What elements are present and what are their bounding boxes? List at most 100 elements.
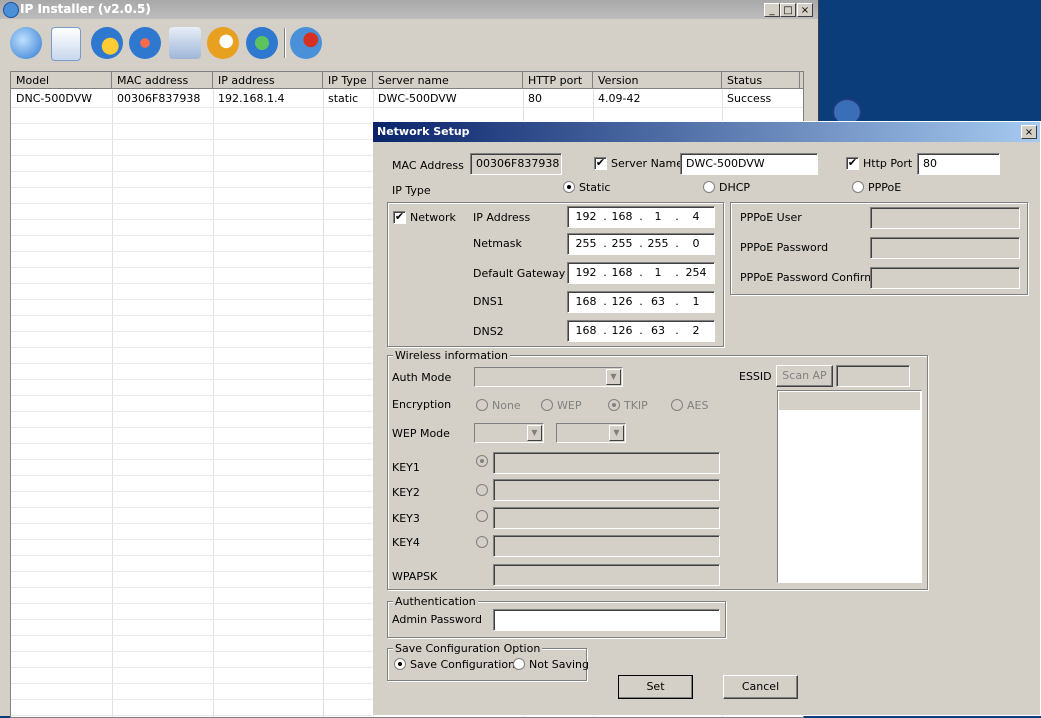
mac-address-field: 00306F837938 xyxy=(470,153,562,175)
cancel-button[interactable]: Cancel xyxy=(723,675,798,699)
ip-dot: . xyxy=(603,295,607,308)
ip-octet[interactable]: 0 xyxy=(684,237,708,250)
ip-octet[interactable]: 254 xyxy=(684,266,708,279)
cell-status: Success xyxy=(727,92,772,105)
tools-icon[interactable] xyxy=(129,27,161,59)
key3-radio[interactable] xyxy=(476,510,488,522)
wpapsk-input[interactable] xyxy=(493,564,720,586)
network-checkbox[interactable]: ✔ xyxy=(393,211,406,224)
ip-octet[interactable]: 1 xyxy=(646,266,670,279)
not-saving-radio[interactable] xyxy=(513,658,525,670)
server-name-input[interactable]: DWC-500DVW xyxy=(680,153,818,175)
wireless-legend: Wireless information xyxy=(393,349,511,362)
ip-octet[interactable]: 126 xyxy=(610,295,634,308)
ip-octet[interactable]: 168 xyxy=(574,295,598,308)
ip-octet[interactable]: 4 xyxy=(684,210,708,223)
column-header-ip[interactable]: IP address xyxy=(213,72,323,89)
pppoe-password-label: PPPoE Password xyxy=(740,241,829,254)
essid-label: ESSID xyxy=(739,370,772,383)
ip-input-ip-address[interactable]: 192. 168. 1. 4 xyxy=(567,206,715,228)
column-header-mac[interactable]: MAC address xyxy=(112,72,213,89)
ip-octet[interactable]: 255 xyxy=(574,237,598,250)
key2-input[interactable] xyxy=(493,479,720,501)
maximize-button[interactable]: □ xyxy=(780,3,796,17)
ap-list-selected-row[interactable] xyxy=(779,392,920,410)
admin-password-input[interactable] xyxy=(493,609,720,631)
set-button[interactable]: Set xyxy=(618,675,693,699)
camera-gear-icon[interactable] xyxy=(207,27,239,59)
ip-octet[interactable]: 126 xyxy=(610,324,634,337)
column-header-model[interactable]: Model xyxy=(11,72,112,89)
pppoe-user-input[interactable] xyxy=(870,207,1020,229)
ip-input-default-gateway[interactable]: 192. 168. 1. 254 xyxy=(567,262,715,284)
ip-octet[interactable]: 1 xyxy=(646,210,670,223)
ip-dot: . xyxy=(603,237,607,250)
server-name-value: DWC-500DVW xyxy=(686,157,765,170)
save-configuration-radio[interactable] xyxy=(394,658,406,670)
row-divider xyxy=(11,107,803,108)
ip-dot: . xyxy=(603,266,607,279)
column-header-iptype[interactable]: IP Type xyxy=(323,72,373,89)
auth-mode-select[interactable]: ▼ xyxy=(474,367,623,387)
pppoe-password-input[interactable] xyxy=(870,237,1020,259)
ip-octet[interactable]: 192 xyxy=(574,266,598,279)
column-header-status[interactable]: Status xyxy=(722,72,800,89)
key4-input[interactable] xyxy=(493,535,720,557)
column-header-httpport[interactable]: HTTP port xyxy=(523,72,593,89)
scan-ap-button[interactable]: Scan AP xyxy=(776,365,833,387)
cell-server: DWC-500DVW xyxy=(378,92,457,105)
ip-input-dns2[interactable]: 168. 126. 63. 2 xyxy=(567,320,715,342)
key2-label: KEY2 xyxy=(392,486,420,499)
ip-octet[interactable]: 168 xyxy=(574,324,598,337)
refresh-icon[interactable] xyxy=(51,27,81,61)
ip-octet[interactable]: 255 xyxy=(646,237,670,250)
key4-radio[interactable] xyxy=(476,536,488,548)
ip-type-dhcp-radio[interactable] xyxy=(703,181,715,193)
column-header-version[interactable]: Version xyxy=(593,72,722,89)
http-port-checkbox[interactable]: ✔ xyxy=(846,157,859,170)
ip-octet[interactable]: 168 xyxy=(610,266,634,279)
ip-octet[interactable]: 192 xyxy=(574,210,598,223)
server-name-checkbox[interactable]: ✔ xyxy=(594,157,607,170)
dialog-close-button[interactable]: × xyxy=(1021,125,1037,139)
drive-icon[interactable] xyxy=(169,27,201,59)
ip-type-label: IP Type xyxy=(392,184,431,197)
authentication-legend: Authentication xyxy=(393,595,478,608)
table-row[interactable]: DNC-500DVW 00306F837938 192.168.1.4 stat… xyxy=(11,90,803,107)
ip-octet[interactable]: 63 xyxy=(646,295,670,308)
title-bar: IP Installer (v2.0.5) _ □ × xyxy=(0,0,818,19)
encryption-tkip-radio[interactable] xyxy=(608,399,620,411)
ip-type-static-radio[interactable] xyxy=(563,181,575,193)
key2-radio[interactable] xyxy=(476,484,488,496)
pppoe-confirm-input[interactable] xyxy=(870,267,1020,289)
ip-type-pppoe-radio[interactable] xyxy=(852,181,864,193)
key1-input[interactable] xyxy=(493,452,720,474)
settings-gear-icon[interactable] xyxy=(91,27,123,59)
encryption-aes-radio[interactable] xyxy=(671,399,683,411)
wep-mode-select-1[interactable]: ▼ xyxy=(474,423,544,443)
wep-mode-select-2[interactable]: ▼ xyxy=(556,423,626,443)
ip-input-dns1[interactable]: 168. 126. 63. 1 xyxy=(567,291,715,313)
encryption-wep-label: WEP xyxy=(557,399,582,412)
ip-octet[interactable]: 168 xyxy=(610,210,634,223)
admin-password-label: Admin Password xyxy=(392,613,482,626)
minimize-button[interactable]: _ xyxy=(764,3,780,17)
ip-address-label: IP Address xyxy=(473,211,531,224)
ip-octet[interactable]: 255 xyxy=(610,237,634,250)
ip-octet[interactable]: 63 xyxy=(646,324,670,337)
column-header-server[interactable]: Server name xyxy=(373,72,523,89)
ap-list[interactable] xyxy=(777,390,922,583)
wrench-icon[interactable] xyxy=(290,27,322,59)
essid-input[interactable] xyxy=(836,365,910,387)
encryption-wep-radio[interactable] xyxy=(541,399,553,411)
upgrade-icon[interactable] xyxy=(246,27,278,59)
ip-octet[interactable]: 2 xyxy=(684,324,708,337)
http-port-input[interactable]: 80 xyxy=(917,153,1000,175)
ip-input-netmask[interactable]: 255. 255. 255. 0 xyxy=(567,233,715,255)
close-button[interactable]: × xyxy=(797,3,813,17)
search-icon[interactable] xyxy=(10,27,42,59)
key1-radio[interactable] xyxy=(476,455,488,467)
ip-octet[interactable]: 1 xyxy=(684,295,708,308)
key3-input[interactable] xyxy=(493,507,720,529)
encryption-none-radio[interactable] xyxy=(476,399,488,411)
